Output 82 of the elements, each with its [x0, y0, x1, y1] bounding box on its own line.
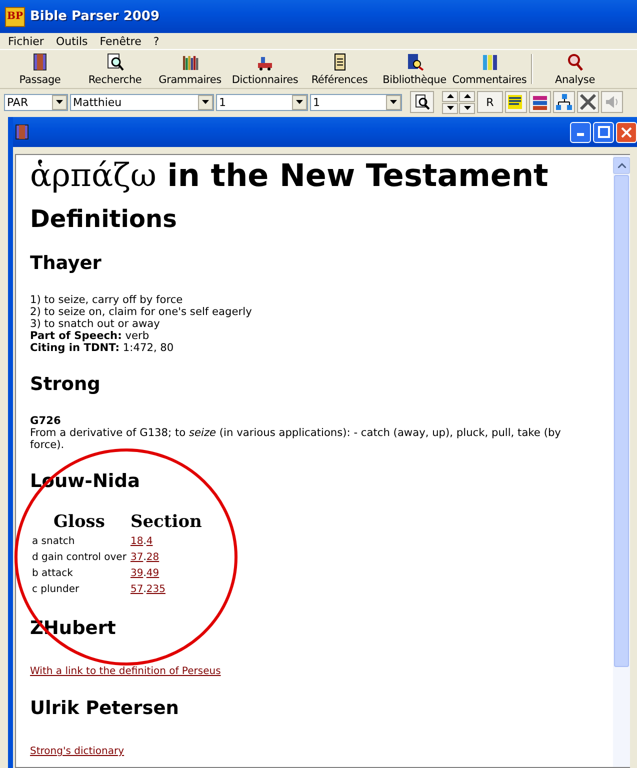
- app-logo: BP: [5, 6, 25, 26]
- column-header: Section: [129, 512, 203, 534]
- dropdown-arrow-icon: [56, 100, 63, 104]
- toolbar-button[interactable]: Dictionnaires: [228, 50, 302, 88]
- definition-line: From a derivative of G138; to seize (in various applications): - catch (away, up), pluck, pull, take (by force).: [30, 427, 562, 451]
- definition-line: 3) to snatch out or away: [30, 318, 161, 330]
- book-icon: [15, 124, 29, 140]
- gloss-cell-text: a snatch: [31, 535, 76, 549]
- page-title: ἁρπάζω in the New Testament: [30, 155, 550, 196]
- definition-line: 2) to seize on, claim for one's self eagerly: [30, 306, 253, 318]
- stacked-books-icon: [531, 93, 549, 111]
- maximize-button[interactable]: [593, 122, 614, 142]
- menu-item[interactable]: ?: [147, 34, 166, 48]
- toolbar-button[interactable]: Bibliothèque: [377, 50, 452, 88]
- search-button[interactable]: [410, 91, 434, 113]
- section-link[interactable]: 37: [130, 552, 144, 563]
- minimize-button[interactable]: [570, 122, 591, 142]
- maximize-icon: [598, 126, 610, 138]
- menu-item[interactable]: Outils: [50, 34, 94, 48]
- section-link[interactable]: 57: [130, 584, 144, 595]
- arrow-button[interactable]: [459, 90, 475, 102]
- section-link[interactable]: 4: [146, 536, 153, 547]
- toolbar-button[interactable]: Analyse: [537, 50, 613, 88]
- toolbar-button[interactable]: [577, 91, 599, 113]
- dictionary-heading: Strong: [30, 373, 102, 397]
- separator-text: .: [143, 552, 146, 563]
- dropdown-field[interactable]: 1: [310, 94, 402, 110]
- section-link[interactable]: 235: [146, 584, 166, 595]
- hierarchy-icon: [555, 93, 573, 111]
- dropdown-field[interactable]: PAR: [4, 94, 68, 110]
- separator-text: .: [143, 536, 146, 547]
- toolbar-button[interactable]: Grammaires: [152, 50, 228, 88]
- definition-line: G726: [30, 415, 62, 427]
- dropdown-field[interactable]: Matthieu: [70, 94, 214, 110]
- toolbar-button[interactable]: [505, 91, 527, 113]
- arrow-button[interactable]: [459, 102, 475, 114]
- gloss-cell-text: d gain control over: [31, 551, 128, 565]
- close-button[interactable]: [616, 122, 637, 142]
- arrow-button[interactable]: [442, 90, 458, 102]
- dictionary-heading: Thayer: [30, 252, 102, 276]
- toolbar-button[interactable]: [553, 91, 575, 113]
- dictionary-link[interactable]: With a link to the definition of Perseus: [30, 666, 221, 677]
- magnifier-icon: [565, 52, 585, 72]
- menu-item[interactable]: Fenêtre: [94, 34, 148, 48]
- close-icon: [621, 126, 632, 138]
- toolbar-button[interactable]: Passage: [2, 50, 78, 88]
- down-arrow-icon: [464, 106, 470, 110]
- gloss-cell-text: b attack: [31, 567, 74, 581]
- section-link[interactable]: 18: [130, 536, 144, 547]
- up-arrow-icon: [446, 94, 454, 98]
- toolbar-button[interactable]: Commentaires: [452, 50, 527, 88]
- dictionary-heading: Ulrik Petersen: [30, 697, 180, 721]
- column-header: Gloss: [52, 512, 106, 534]
- tools-icon: [579, 93, 597, 111]
- scroll-up-button[interactable]: [613, 157, 630, 174]
- toolbar-button[interactable]: Références: [302, 50, 377, 88]
- text-lines-icon: [507, 93, 525, 111]
- down-arrow-icon: [446, 106, 454, 110]
- dropdown-arrow-icon: [296, 100, 303, 104]
- section-link[interactable]: 28: [146, 552, 160, 563]
- separator-text: .: [143, 584, 146, 595]
- scrollbar-thumb[interactable]: [614, 175, 629, 667]
- dropdown-field[interactable]: 1: [216, 94, 308, 110]
- gloss-cell-text: c plunder: [31, 583, 80, 597]
- menu-item[interactable]: Fichier: [2, 34, 50, 48]
- definition-line: 1) to seize, carry off by force: [30, 294, 184, 306]
- section-heading: Definitions: [30, 204, 178, 234]
- search-icon: [414, 94, 430, 110]
- section-link[interactable]: 49: [146, 568, 160, 579]
- definition-line: Citing in TDNT: 1:472, 80: [30, 342, 175, 354]
- arrow-button[interactable]: [442, 102, 458, 114]
- separator-text: .: [143, 568, 146, 579]
- window-title: Bible Parser 2009: [30, 9, 160, 24]
- dictionary-link[interactable]: Strong's dictionary: [30, 746, 124, 757]
- dropdown-arrow-icon: [390, 100, 397, 104]
- definition-line: Part of Speech: verb: [30, 330, 150, 342]
- up-arrow-icon: [464, 94, 470, 98]
- dropdown-arrow-icon: [202, 100, 209, 104]
- toolbar-button[interactable]: Recherche: [78, 50, 152, 88]
- r-button[interactable]: R: [477, 91, 503, 113]
- magnifier-icon: [105, 52, 125, 72]
- section-link[interactable]: 39: [130, 568, 144, 579]
